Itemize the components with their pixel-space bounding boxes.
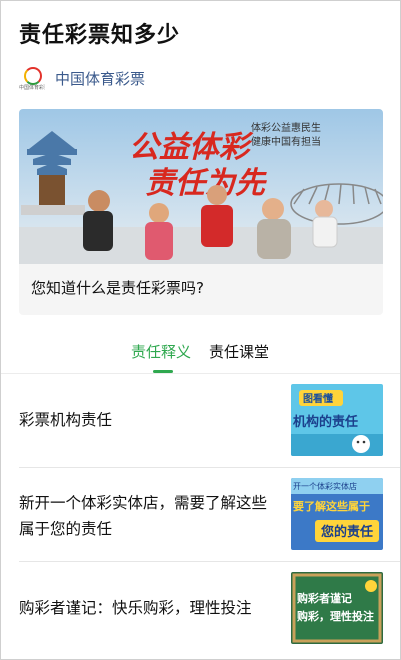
list-item[interactable]: 彩票机构责任 图看懂 机构的责任 [1, 374, 400, 467]
account-row[interactable]: 中国体育彩票 中国体育彩票 [19, 65, 145, 91]
list-item-title: 购彩者谨记：快乐购彩，理性投注 [19, 599, 252, 617]
account-name[interactable]: 中国体育彩票 [55, 68, 145, 89]
page-title: 责任彩票知多少 [19, 23, 181, 48]
sports-lottery-logo: 中国体育彩票 [19, 65, 45, 91]
thumb-line2: 要了解这些属于 [293, 499, 370, 513]
banner-image: 公益体彩 责任为先 体彩公益惠民生 健康中国有担当 [19, 109, 383, 264]
tab-responsibility-classroom[interactable]: 责任课堂 [209, 341, 269, 362]
feature-card[interactable]: 公益体彩 责任为先 体彩公益惠民生 健康中国有担当 您知道什么是责任彩票吗? [19, 109, 383, 315]
thumb-line2: 购彩，理性投注 [297, 609, 374, 623]
thumb-line1: 图看懂 [303, 392, 333, 405]
list-item-title: 新开一个体彩实体店，需要了解这些属于您的责任 [19, 494, 268, 538]
list-item-thumbnail: 图看懂 机构的责任 [291, 384, 383, 456]
banner-headline-1: 公益体彩 [129, 130, 254, 165]
banner-tag-2: 健康中国有担当 [251, 135, 321, 148]
thumb-line3: 您的责任 [321, 524, 373, 540]
feature-card-caption: 您知道什么是责任彩票吗? [31, 279, 204, 297]
list-item[interactable]: 新开一个体彩实体店，需要了解这些属于您的责任 开一个体彩实体店 要了解这些属于 … [1, 468, 400, 561]
logo-caption: 中国体育彩票 [19, 85, 45, 91]
list-item-title: 彩票机构责任 [19, 411, 113, 429]
banner-tag-1: 体彩公益惠民生 [251, 121, 321, 134]
list-item-thumbnail: 购彩者谨记 购彩，理性投注 [291, 572, 383, 644]
banner-headline-2: 责任为先 [145, 166, 267, 201]
tab-responsibility-definition[interactable]: 责任释义 [131, 341, 191, 362]
list-item[interactable]: 购彩者谨记：快乐购彩，理性投注 购彩者谨记 购彩，理性投注 [1, 562, 400, 655]
thumb-line1: 购彩者谨记 [297, 591, 352, 605]
article-page: 责任彩票知多少 中国体育彩票 中国体育彩票 [0, 0, 401, 660]
thumb-line1: 开一个体彩实体店 [293, 481, 357, 491]
tab-bar: 责任释义 责任课堂 [1, 341, 400, 373]
thumb-line2: 机构的责任 [293, 414, 358, 430]
list-item-thumbnail: 开一个体彩实体店 要了解这些属于 您的责任 [291, 478, 383, 550]
